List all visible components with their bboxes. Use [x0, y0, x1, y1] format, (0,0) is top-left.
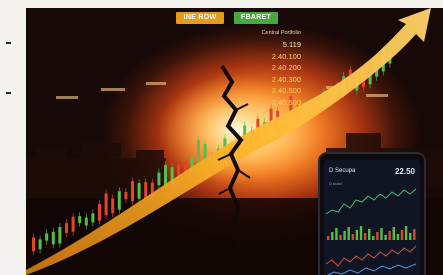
phone-bar — [413, 229, 416, 240]
margin-mark — [6, 92, 11, 94]
orange-label-button: INE ROW — [176, 12, 224, 24]
panel-value: 2.40.300 — [271, 74, 301, 84]
phone-bar — [372, 236, 375, 240]
phone-time: 22.50 — [394, 167, 415, 176]
candle-body — [84, 217, 88, 226]
panel-value: 2.40.500 — [271, 86, 301, 95]
panel-value: 5.119 — [282, 40, 301, 49]
candle-body — [91, 213, 95, 223]
phone-bar — [335, 228, 338, 240]
phone-header: D Secupa 22.50 — [329, 167, 415, 178]
phone-bar — [380, 228, 383, 240]
candle-body — [197, 140, 200, 162]
candle-body — [183, 161, 187, 171]
panel-value: 2.40.200 — [271, 63, 301, 72]
phone-bar — [347, 227, 350, 240]
green-label-button: FBARET — [234, 12, 278, 24]
phone-line-chart — [325, 245, 417, 267]
panel-value: 2.40.100 — [271, 51, 301, 61]
candle-body — [157, 172, 161, 186]
candle-body — [38, 239, 42, 250]
candle-body — [190, 156, 194, 168]
phone-bar — [339, 235, 342, 240]
candle-body — [98, 203, 101, 221]
phone-bar — [404, 226, 408, 240]
stock-market-photo: INE ROW FBARET Central Portfolio 5.119 2… — [26, 8, 443, 275]
candle-body — [131, 181, 134, 202]
phone-bar — [359, 226, 363, 240]
phone-bar — [327, 236, 330, 240]
phone-line-chart — [326, 263, 417, 275]
portfolio-values-panel: Central Portfolio 5.119 2.40.100 2.40.20… — [231, 30, 301, 108]
phone-bar-chart — [327, 226, 416, 240]
phone-line-chart — [325, 188, 417, 215]
candle-body — [104, 193, 108, 216]
panel-value: 2.40.500 — [271, 97, 301, 107]
candle-body — [65, 223, 68, 233]
candle-body — [137, 183, 141, 199]
phone-bar — [376, 232, 379, 240]
candle-body — [78, 216, 82, 223]
phone-bar — [343, 231, 346, 240]
phone-screen: D Secupa 22.50 D Autol — [324, 160, 420, 275]
phone-bar — [396, 234, 400, 240]
candle-body — [71, 216, 75, 232]
phone-bar — [351, 234, 354, 240]
phone-bar — [392, 227, 395, 240]
candle-body — [111, 198, 115, 214]
candle-body — [124, 192, 128, 200]
margin-mark — [6, 42, 11, 44]
phone-bar — [355, 230, 359, 240]
candle-body — [45, 233, 49, 241]
phone-bar — [363, 233, 367, 240]
phone-bar — [388, 231, 391, 240]
candle-body — [58, 226, 62, 244]
page-margin — [0, 0, 26, 275]
phone-bar — [400, 230, 404, 240]
phone-bar — [368, 229, 371, 240]
phone-bar — [384, 235, 387, 240]
candle-body — [144, 182, 148, 199]
phone-bar — [409, 233, 412, 240]
candle-body — [51, 231, 55, 245]
phone-brand: D Secupa — [329, 168, 356, 174]
panel-title: Central Portfolio — [261, 30, 301, 36]
candle-body — [32, 237, 35, 252]
phone-charts — [325, 188, 417, 275]
candle-body — [164, 164, 167, 187]
phone-bar — [331, 232, 334, 240]
candle-body — [117, 191, 121, 210]
smartphone: D Secupa 22.50 D Autol — [318, 152, 426, 275]
